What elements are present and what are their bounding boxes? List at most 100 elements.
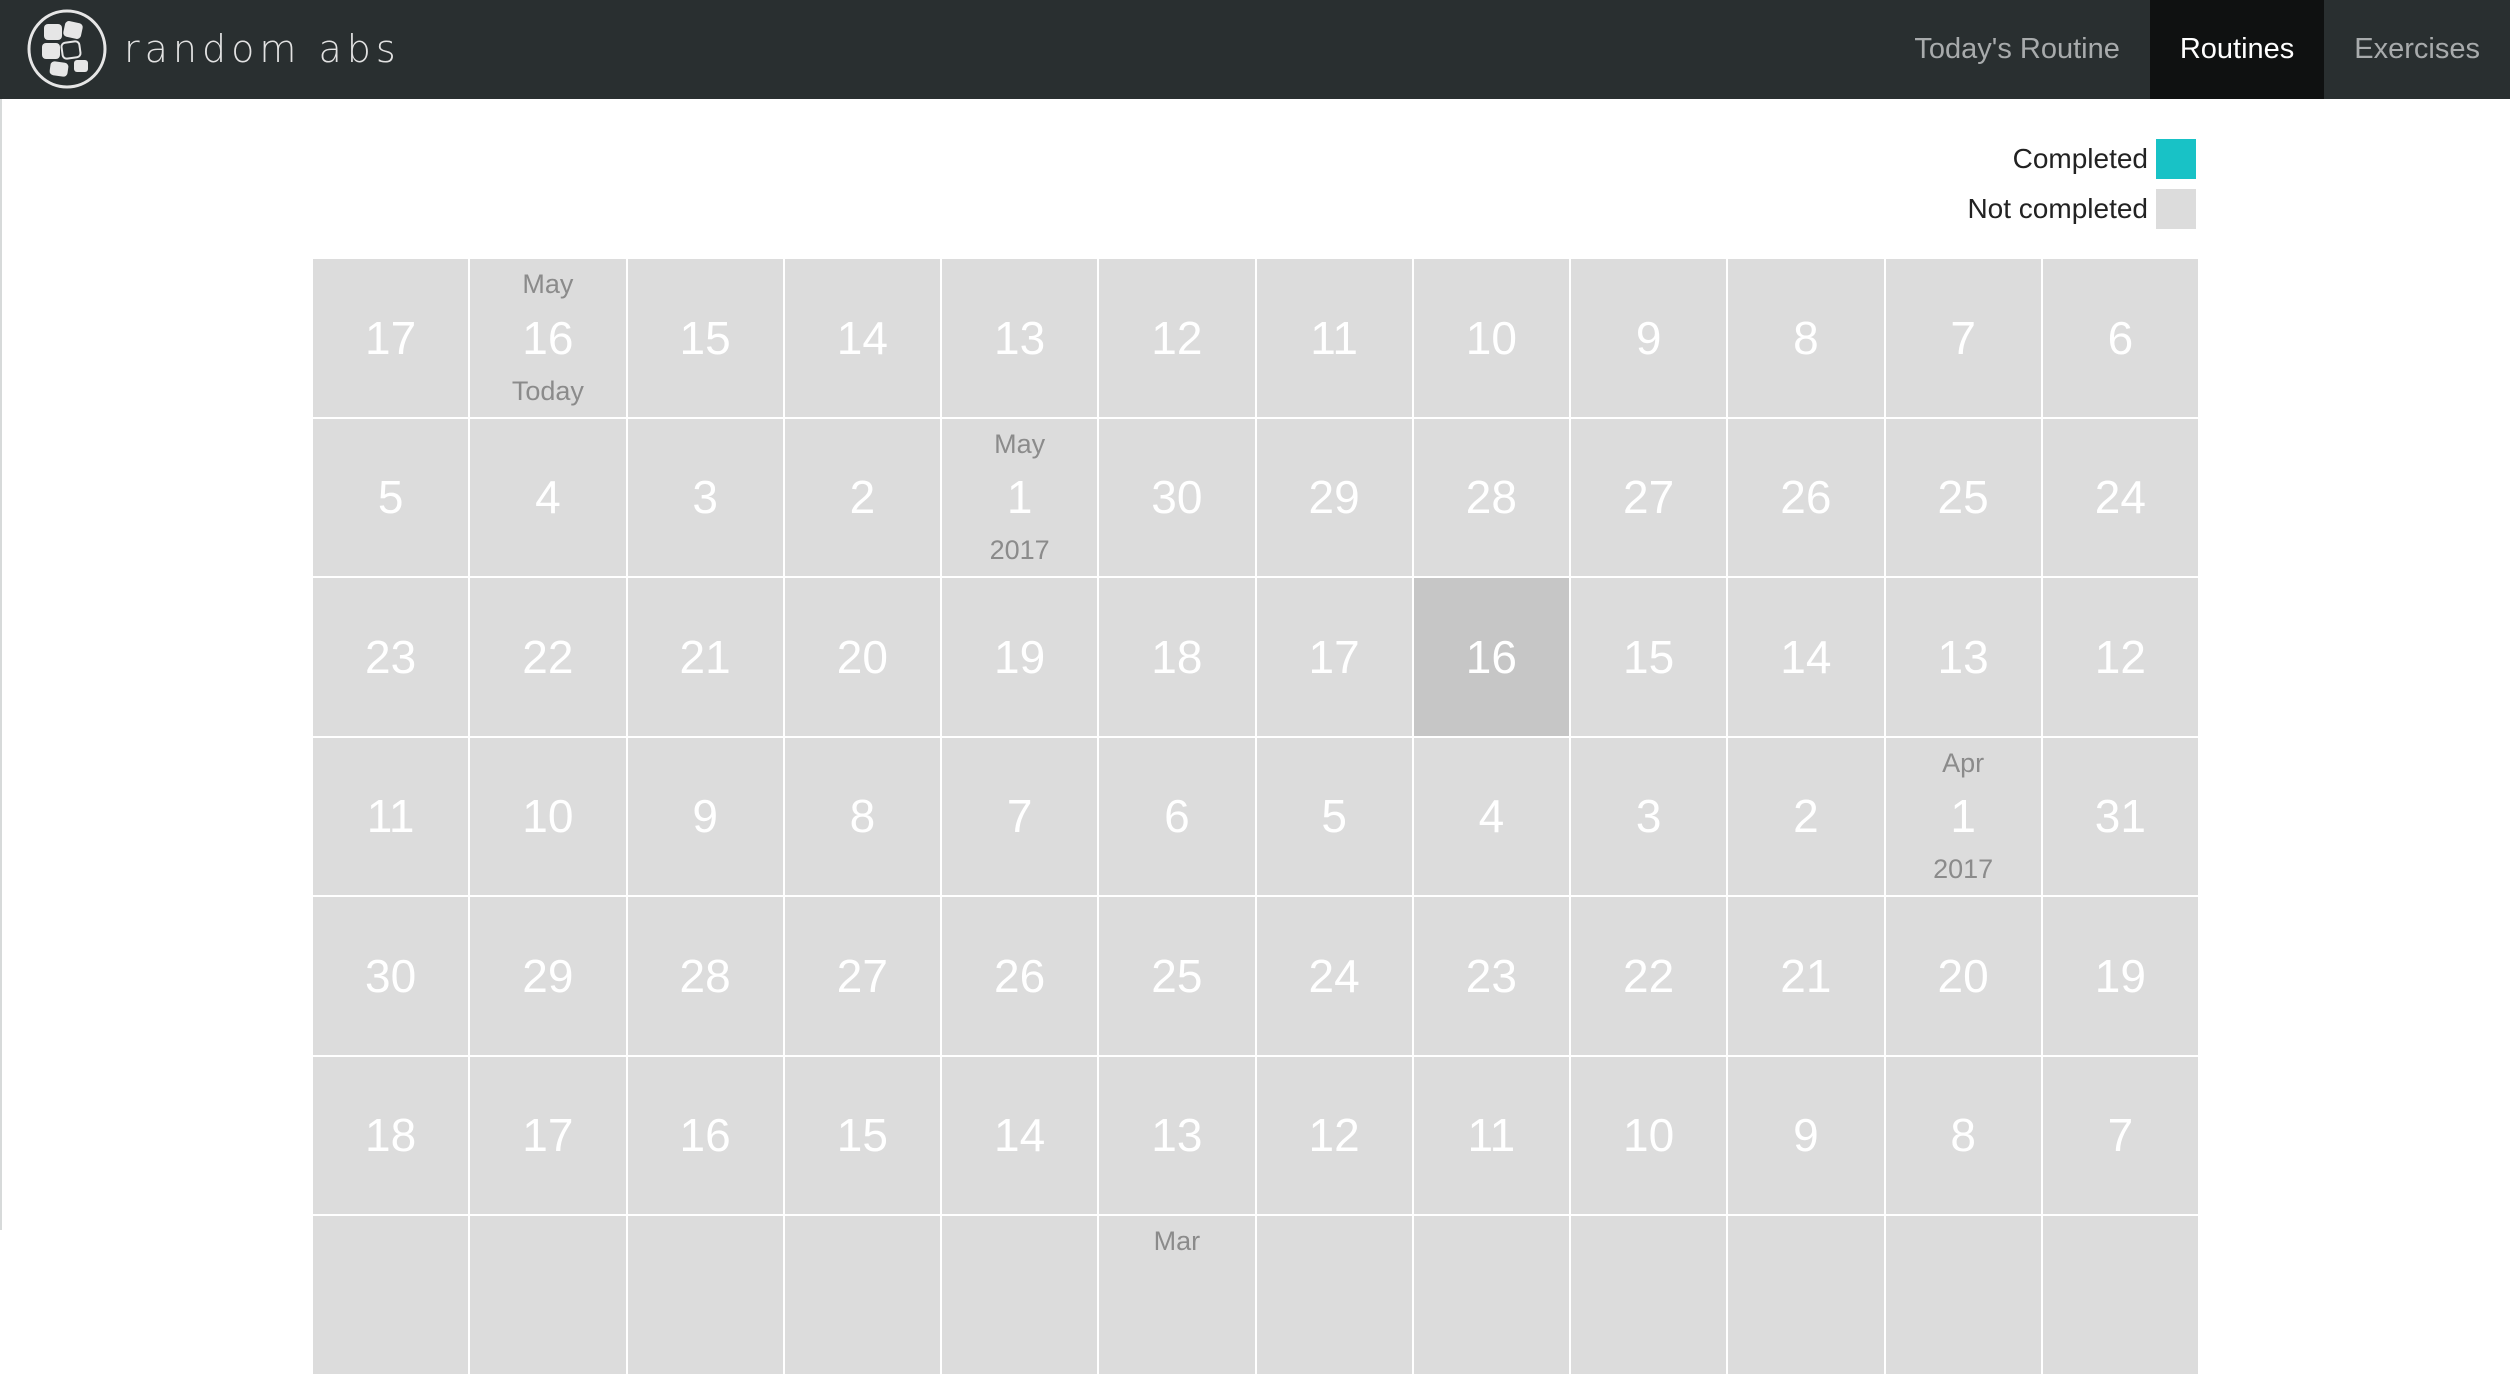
calendar-day-note: 2017 xyxy=(1933,854,1994,884)
calendar-day[interactable]: 25 xyxy=(1099,897,1255,1055)
calendar-day[interactable]: 10 xyxy=(1571,1056,1727,1214)
calendar-day[interactable]: 18 xyxy=(313,1056,469,1214)
calendar-day[interactable]: 17 xyxy=(470,1056,626,1214)
calendar-day[interactable]: 14 xyxy=(1728,578,1884,736)
calendar-day[interactable]: 2 xyxy=(1728,737,1884,895)
calendar-day[interactable]: 23 xyxy=(313,578,469,736)
calendar-day[interactable]: 30 xyxy=(1099,418,1255,576)
calendar-day[interactable]: 9 xyxy=(1728,1056,1884,1214)
brand[interactable]: random abs xyxy=(26,9,401,89)
calendar-day[interactable]: 7 xyxy=(2042,1056,2198,1214)
calendar-day-number: 26 xyxy=(994,949,1046,1002)
calendar-day[interactable]: 19 xyxy=(942,578,1098,736)
calendar-day-number: 27 xyxy=(1623,471,1675,524)
calendar-day[interactable]: 5 xyxy=(313,418,469,576)
calendar-day-number: 18 xyxy=(1151,630,1203,683)
calendar-day[interactable]: 14 xyxy=(784,259,940,417)
calendar-day[interactable]: 20 xyxy=(784,578,940,736)
calendar-day[interactable]: 2 xyxy=(784,418,940,576)
calendar-day[interactable]: 24 xyxy=(2042,418,2198,576)
nav-routines[interactable]: Routines xyxy=(2149,0,2325,99)
calendar-day-number: 5 xyxy=(377,471,404,524)
calendar-day[interactable]: 26 xyxy=(1728,418,1884,576)
calendar-day[interactable]: 10 xyxy=(470,737,626,895)
calendar-day[interactable] xyxy=(2042,1216,2198,1374)
calendar-day[interactable] xyxy=(313,1216,469,1374)
nav-todays-routine[interactable]: Today's Routine xyxy=(1884,0,2149,99)
calendar-day[interactable]: Mar xyxy=(1099,1216,1255,1374)
calendar-day-number: 17 xyxy=(365,311,417,364)
calendar-day[interactable]: 5 xyxy=(1256,737,1412,895)
calendar-day[interactable]: 10 xyxy=(1413,259,1569,417)
calendar-day[interactable]: 19 xyxy=(2042,897,2198,1055)
calendar-day[interactable]: 15 xyxy=(627,259,783,417)
calendar-day[interactable] xyxy=(784,1216,940,1374)
calendar-day[interactable]: 17 xyxy=(1256,578,1412,736)
calendar-day[interactable]: 23 xyxy=(1413,897,1569,1055)
calendar-day[interactable]: 24 xyxy=(1256,897,1412,1055)
calendar-day[interactable]: 4 xyxy=(470,418,626,576)
calendar-day[interactable]: 11 xyxy=(1413,1056,1569,1214)
calendar-day[interactable]: 20 xyxy=(1885,897,2041,1055)
calendar-day[interactable]: 8 xyxy=(1885,1056,2041,1214)
calendar-day[interactable]: 26 xyxy=(942,897,1098,1055)
calendar-day[interactable]: 16 xyxy=(627,1056,783,1214)
calendar-day[interactable]: 22 xyxy=(1571,897,1727,1055)
calendar-day[interactable]: 30 xyxy=(313,897,469,1055)
calendar-day[interactable]: 17 xyxy=(313,259,469,417)
calendar-day-number: 28 xyxy=(679,949,731,1002)
calendar-day[interactable]: 13 xyxy=(942,259,1098,417)
calendar-day[interactable]: 13 xyxy=(1099,1056,1255,1214)
calendar-day[interactable]: 27 xyxy=(1571,418,1727,576)
calendar-day[interactable]: 21 xyxy=(1728,897,1884,1055)
calendar-day[interactable]: 14 xyxy=(942,1056,1098,1214)
calendar-day-number: 29 xyxy=(522,949,574,1002)
calendar-day[interactable]: 8 xyxy=(1728,259,1884,417)
calendar-day-number: 13 xyxy=(994,311,1046,364)
calendar-day[interactable]: 13 xyxy=(1885,578,2041,736)
calendar-day[interactable]: 15 xyxy=(1571,578,1727,736)
calendar-day[interactable]: 18 xyxy=(1099,578,1255,736)
legend-not-completed-label: Not completed xyxy=(1967,193,2148,224)
calendar-day[interactable]: 28 xyxy=(627,897,783,1055)
calendar-day[interactable]: 7 xyxy=(1885,259,2041,417)
calendar-day[interactable]: 22 xyxy=(470,578,626,736)
calendar-day[interactable]: 3 xyxy=(1571,737,1727,895)
calendar-day[interactable]: 27 xyxy=(784,897,940,1055)
calendar-day[interactable]: 3 xyxy=(627,418,783,576)
calendar-day[interactable]: 29 xyxy=(470,897,626,1055)
legend-not-completed-swatch xyxy=(2156,189,2196,229)
calendar-day[interactable]: 25 xyxy=(1885,418,2041,576)
calendar-day[interactable]: 29 xyxy=(1256,418,1412,576)
calendar-day[interactable]: 9 xyxy=(627,737,783,895)
calendar-day[interactable]: 21 xyxy=(627,578,783,736)
calendar-day[interactable] xyxy=(470,1216,626,1374)
calendar-day[interactable]: 11 xyxy=(1256,259,1412,417)
calendar-day[interactable]: 6 xyxy=(1099,737,1255,895)
nav-exercises[interactable]: Exercises xyxy=(2324,0,2510,99)
calendar-day[interactable]: 28 xyxy=(1413,418,1569,576)
calendar-day[interactable]: 12 xyxy=(1099,259,1255,417)
calendar-day[interactable]: 16 xyxy=(1413,578,1569,736)
calendar-day[interactable]: 8 xyxy=(784,737,940,895)
calendar-day[interactable]: 4 xyxy=(1413,737,1569,895)
calendar-day[interactable]: 12 xyxy=(1256,1056,1412,1214)
calendar-day[interactable]: 9 xyxy=(1571,259,1727,417)
calendar-day[interactable]: 12 xyxy=(2042,578,2198,736)
calendar-day[interactable] xyxy=(1885,1216,2041,1374)
calendar-day[interactable] xyxy=(942,1216,1098,1374)
calendar-day[interactable]: May 16 Today xyxy=(470,259,626,417)
calendar-day[interactable]: 6 xyxy=(2042,259,2198,417)
calendar-day[interactable]: 7 xyxy=(942,737,1098,895)
calendar-day[interactable]: May 1 2017 xyxy=(942,418,1098,576)
calendar-day[interactable] xyxy=(1571,1216,1727,1374)
calendar-day[interactable] xyxy=(1728,1216,1884,1374)
calendar-day[interactable]: Apr 1 2017 xyxy=(1885,737,2041,895)
calendar-day[interactable]: 11 xyxy=(313,737,469,895)
calendar-day[interactable] xyxy=(627,1216,783,1374)
calendar-day-number: 23 xyxy=(1465,949,1517,1002)
calendar-day[interactable] xyxy=(1256,1216,1412,1374)
calendar-day[interactable]: 31 xyxy=(2042,737,2198,895)
calendar-day[interactable]: 15 xyxy=(784,1056,940,1214)
calendar-day[interactable] xyxy=(1413,1216,1569,1374)
